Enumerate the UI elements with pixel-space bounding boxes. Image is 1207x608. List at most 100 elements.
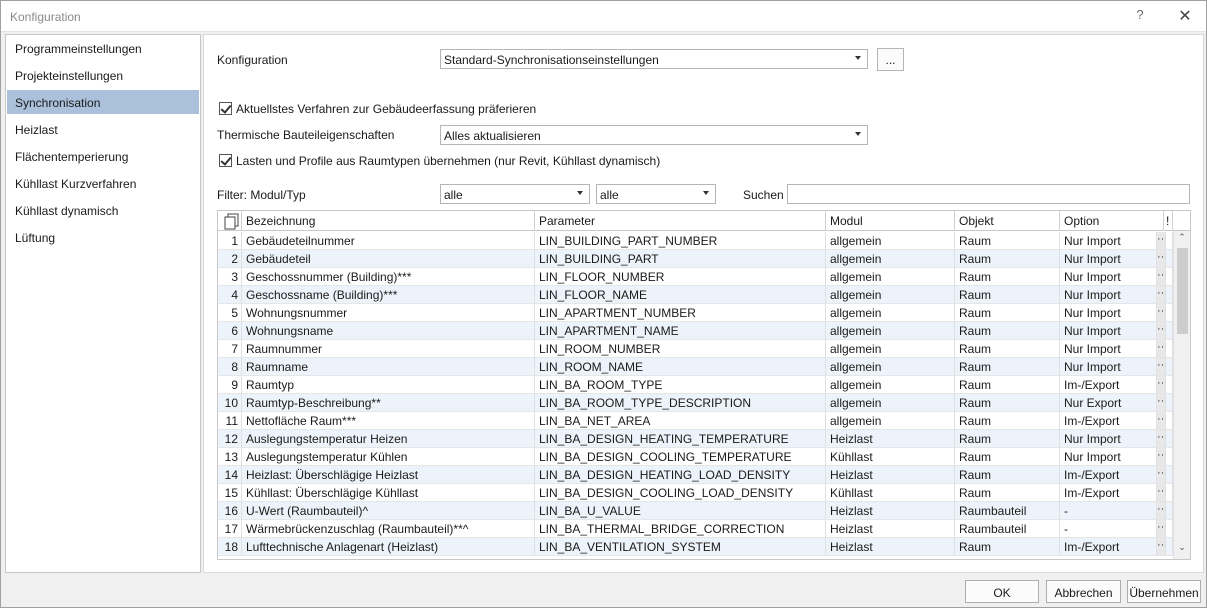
table-row[interactable]: 7 Raumnummer LIN_ROOM_NUMBER allgemein Raum N… (218, 340, 1173, 358)
more-options-button[interactable]: ... (877, 48, 904, 71)
table-row[interactable]: 8 Raumname LIN_ROOM_NAME allgemein Raum Nur I… (218, 358, 1173, 376)
row-number: 10 (218, 394, 242, 412)
table-row[interactable]: 6 Wohnungsname LIN_APARTMENT_NAME allgemein… (218, 322, 1173, 340)
table-row[interactable]: 1 Gebäudeteilnummer LIN_BUILDING_PART_NUMB… (218, 232, 1173, 250)
cell-warning (1166, 304, 1173, 322)
cell-warning (1166, 538, 1173, 556)
filter-modul-select[interactable]: alle (440, 184, 590, 204)
table-row[interactable]: 5 Wohnungsnummer LIN_APARTMENT_NUMBER allge… (218, 304, 1173, 322)
row-options-button[interactable]: ··· (1157, 304, 1166, 322)
sidebar-item-heizlast[interactable]: Heizlast (7, 117, 199, 141)
cell-warning (1166, 394, 1173, 412)
table-row[interactable]: 18 Lufttechnische Anlagenart (Heizlast) LI… (218, 538, 1173, 556)
scroll-thumb[interactable] (1177, 248, 1188, 334)
table-row[interactable]: 10 Raumtyp-Beschreibung** LIN_BA_ROOM_TYPE… (218, 394, 1173, 412)
table-row[interactable]: 17 Wärmebrückenzuschlag (Raumbauteil)**^ L… (218, 520, 1173, 538)
row-options-button[interactable]: ··· (1157, 322, 1166, 340)
row-number: 7 (218, 340, 242, 358)
cell-modul: allgemein (826, 268, 955, 286)
row-options-button[interactable]: ··· (1157, 412, 1166, 430)
sidebar-item-programmeinstellungen[interactable]: Programmeinstellungen (7, 36, 199, 60)
close-button[interactable]: ✕ (1177, 6, 1193, 25)
column-header-parameter[interactable]: Parameter (535, 211, 826, 231)
ok-button[interactable]: OK (965, 580, 1039, 603)
cell-modul: Heizlast (826, 502, 955, 520)
cell-warning (1166, 448, 1173, 466)
search-input[interactable] (787, 184, 1190, 204)
cell-objekt: Raum (955, 412, 1060, 430)
cell-parameter: LIN_ROOM_NAME (535, 358, 826, 376)
table-row[interactable]: 3 Geschossnummer (Building)*** LIN_FLOOR_N… (218, 268, 1173, 286)
cell-warning (1166, 412, 1173, 430)
row-options-button[interactable]: ··· (1157, 430, 1166, 448)
thermisch-label: Thermische Bauteileigenschaften (217, 128, 395, 142)
thermisch-select[interactable]: Alles aktualisieren (440, 125, 868, 145)
scroll-up-icon[interactable]: ⌃ (1174, 232, 1190, 248)
column-header-objekt[interactable]: Objekt (955, 211, 1060, 231)
sidebar-item-projekteinstellungen[interactable]: Projekteinstellungen (7, 63, 199, 87)
cell-parameter: LIN_BA_ROOM_TYPE (535, 376, 826, 394)
sidebar-item-kuehllast-dynamisch[interactable]: Kühllast dynamisch (7, 198, 199, 222)
cell-bezeichnung: Wohnungsnummer (242, 304, 535, 322)
scroll-down-icon[interactable]: ⌄ (1174, 542, 1190, 558)
cancel-button[interactable]: Abbrechen (1046, 580, 1121, 603)
konfiguration-select[interactable]: Standard-Synchronisationseinstellungen (440, 49, 868, 69)
table-row[interactable]: 11 Nettofläche Raum*** LIN_BA_NET_AREA allg… (218, 412, 1173, 430)
cell-objekt: Raum (955, 376, 1060, 394)
row-number: 3 (218, 268, 242, 286)
lasten-profile-checkbox[interactable] (219, 154, 232, 167)
table-row[interactable]: 12 Auslegungstemperatur Heizen LIN_BA_DESI… (218, 430, 1173, 448)
cell-option: - (1060, 502, 1157, 520)
vertical-scrollbar[interactable]: ⌃ ⌄ (1173, 231, 1190, 559)
cell-option: Im-/Export (1060, 538, 1157, 556)
table-row[interactable]: 13 Auslegungstemperatur Kühlen LIN_BA_DESI… (218, 448, 1173, 466)
cell-modul: Kühllast (826, 448, 955, 466)
table-row[interactable]: 15 Kühllast: Überschlägige Kühllast LIN_BA… (218, 484, 1173, 502)
cell-bezeichnung: Raumtyp (242, 376, 535, 394)
apply-button[interactable]: Übernehmen (1127, 580, 1201, 603)
table-row[interactable]: 16 U-Wert (Raumbauteil)^ LIN_BA_U_VALUE Hei… (218, 502, 1173, 520)
table-row[interactable]: 4 Geschossname (Building)*** LIN_FLOOR_NAM… (218, 286, 1173, 304)
row-options-button[interactable]: ··· (1157, 448, 1166, 466)
column-header-option[interactable]: Option (1060, 211, 1164, 231)
table-row[interactable]: 2 Gebäudeteil LIN_BUILDING_PART allgemein Ra… (218, 250, 1173, 268)
cell-objekt: Raum (955, 538, 1060, 556)
row-options-button[interactable]: ··· (1157, 376, 1166, 394)
row-options-button[interactable]: ··· (1157, 466, 1166, 484)
row-options-button[interactable]: ··· (1157, 538, 1166, 556)
table-row[interactable]: 14 Heizlast: Überschlägige Heizlast LIN_BA… (218, 466, 1173, 484)
row-options-button[interactable]: ··· (1157, 484, 1166, 502)
sidebar-item-kuehllast-kurzverfahren[interactable]: Kühllast Kurzverfahren (7, 171, 199, 195)
row-options-button[interactable]: ··· (1157, 250, 1166, 268)
help-button[interactable]: ? (1133, 7, 1147, 25)
filter-typ-select[interactable]: alle (596, 184, 716, 204)
cell-bezeichnung: Kühllast: Überschlägige Kühllast (242, 484, 535, 502)
row-options-button[interactable]: ··· (1157, 232, 1166, 250)
column-header-bezeichnung[interactable]: Bezeichnung (242, 211, 535, 231)
prefer-latest-method-checkbox[interactable] (219, 102, 232, 115)
table-row[interactable]: 9 Raumtyp LIN_BA_ROOM_TYPE allgemein Raum Im-… (218, 376, 1173, 394)
sidebar-item-lueftung[interactable]: Lüftung (7, 225, 199, 249)
row-options-button[interactable]: ··· (1157, 268, 1166, 286)
cell-option: Nur Import (1060, 448, 1157, 466)
column-header-modul[interactable]: Modul (826, 211, 955, 231)
row-options-button[interactable]: ··· (1157, 502, 1166, 520)
sidebar-item-flaechentemperierung[interactable]: Flächentemperierung (7, 144, 199, 168)
table-header: Bezeichnung Parameter Modul Objekt Optio… (218, 211, 1190, 231)
filter-label: Filter: Modul/Typ (217, 188, 306, 202)
chevron-down-icon (855, 132, 861, 136)
row-options-button[interactable]: ··· (1157, 520, 1166, 538)
cell-option: Im-/Export (1060, 412, 1157, 430)
copy-header-cell[interactable] (218, 211, 242, 231)
lasten-profile-label: Lasten und Profile aus Raumtypen überneh… (236, 154, 661, 168)
sidebar-item-synchronisation[interactable]: Synchronisation (7, 90, 199, 114)
row-options-button[interactable]: ··· (1157, 286, 1166, 304)
row-options-button[interactable]: ··· (1157, 340, 1166, 358)
row-options-button[interactable]: ··· (1157, 394, 1166, 412)
settings-panel: Konfiguration Standard-Synchronisationse… (203, 34, 1204, 573)
cell-parameter: LIN_APARTMENT_NAME (535, 322, 826, 340)
row-options-button[interactable]: ··· (1157, 358, 1166, 376)
column-header-warning[interactable]: ! (1164, 211, 1173, 231)
cell-bezeichnung: Heizlast: Überschlägige Heizlast (242, 466, 535, 484)
cell-objekt: Raum (955, 268, 1060, 286)
